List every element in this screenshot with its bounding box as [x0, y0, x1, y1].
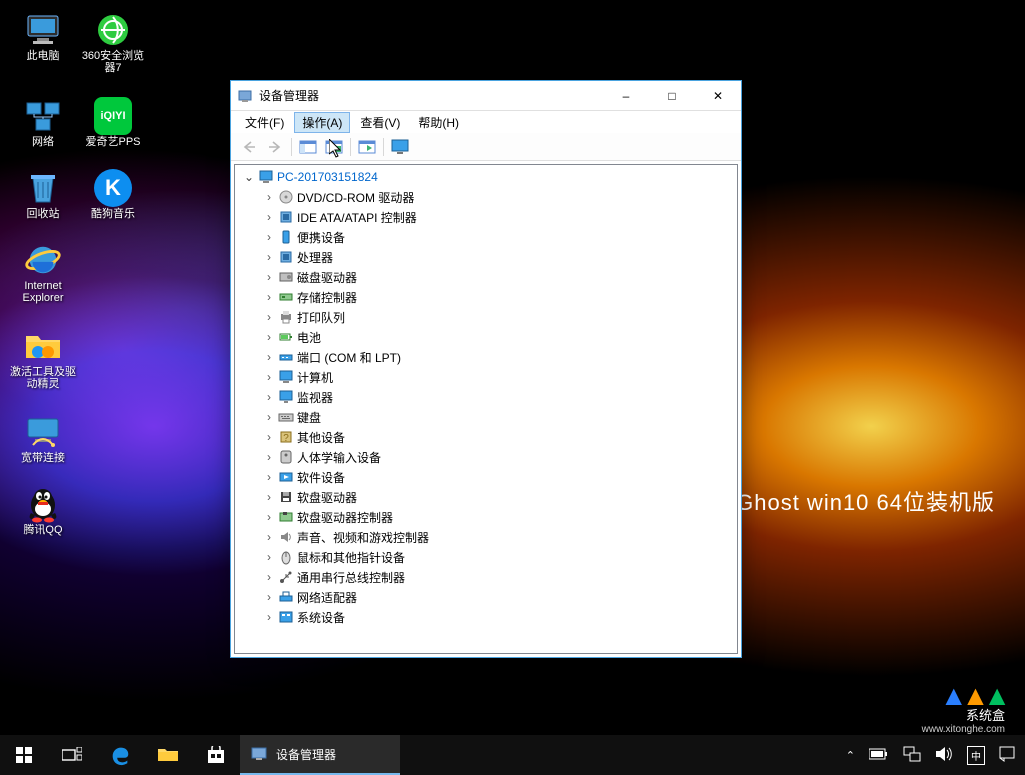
- tree-node-floppy[interactable]: 软盘驱动器: [235, 487, 737, 507]
- taskbar-app-devicemanager[interactable]: 设备管理器: [240, 735, 400, 775]
- toolbar-refresh-button[interactable]: [355, 136, 379, 158]
- toolbar-forward-button: [263, 136, 287, 158]
- tree-node-hid[interactable]: 人体学输入设备: [235, 447, 737, 467]
- tree-node-cpu[interactable]: 处理器: [235, 247, 737, 267]
- tree-node-printq[interactable]: 打印队列: [235, 307, 737, 327]
- device-manager-window: 设备管理器 ‒ □ ✕ 文件(F)操作(A)查看(V)帮助(H) PC-2017…: [230, 80, 742, 658]
- toolbar-monitor-button[interactable]: [388, 136, 412, 158]
- desktop-icon-360-browser[interactable]: 360安全浏览器7: [80, 8, 146, 94]
- taskbar-app-label: 设备管理器: [276, 746, 336, 763]
- menubar: 文件(F)操作(A)查看(V)帮助(H): [231, 111, 741, 133]
- desktop-icon-qq[interactable]: 腾讯QQ: [10, 482, 76, 554]
- tree-node-audio[interactable]: 声音、视频和游戏控制器: [235, 527, 737, 547]
- tray-chevron-icon[interactable]: ⌃: [846, 749, 855, 762]
- tree-node-keyboard[interactable]: 键盘: [235, 407, 737, 427]
- desktop-icon-ie[interactable]: Internet Explorer: [10, 238, 76, 324]
- tree-node-monitor[interactable]: 监视器: [235, 387, 737, 407]
- tree-node-other[interactable]: ?其他设备: [235, 427, 737, 447]
- titlebar[interactable]: 设备管理器 ‒ □ ✕: [231, 81, 741, 111]
- tree-node-system[interactable]: 系统设备: [235, 607, 737, 627]
- tree-node-usb[interactable]: 通用串行总线控制器: [235, 567, 737, 587]
- desktop-icon-iqiyi[interactable]: iQIYI爱奇艺PPS: [80, 94, 146, 166]
- desktop-icon-recycle-bin[interactable]: 回收站: [10, 166, 76, 238]
- tree-node-battery[interactable]: 电池: [235, 327, 737, 347]
- tree-node-floppyctrl[interactable]: 软盘驱动器控制器: [235, 507, 737, 527]
- toolbar-show-hide-button[interactable]: [296, 136, 320, 158]
- toolbar-properties-button[interactable]: [322, 136, 346, 158]
- menu-view[interactable]: 查看(V): [352, 112, 408, 133]
- tree-node-disk[interactable]: 磁盘驱动器: [235, 267, 737, 287]
- tray-network-icon[interactable]: [903, 746, 921, 765]
- minimize-button[interactable]: ‒: [603, 81, 649, 110]
- tree-root[interactable]: PC-201703151824: [235, 167, 737, 187]
- taskbar: 设备管理器 ⌃ 中: [0, 735, 1025, 775]
- svg-text:?: ?: [283, 433, 289, 444]
- start-button[interactable]: [0, 735, 48, 775]
- wallpaper-watermark: ▲▲▲ 系统盒 www.xitonghe.com: [922, 688, 1005, 735]
- desktop-icon-this-pc[interactable]: 此电脑: [10, 8, 76, 80]
- tree-node-storage[interactable]: 存储控制器: [235, 287, 737, 307]
- tree-node-dvd[interactable]: DVD/CD-ROM 驱动器: [235, 187, 737, 207]
- tree-node-netadapter[interactable]: 网络适配器: [235, 587, 737, 607]
- tree-node-portable[interactable]: 便携设备: [235, 227, 737, 247]
- tree-node-mouse[interactable]: 鼠标和其他指针设备: [235, 547, 737, 567]
- system-tray: ⌃ 中: [846, 735, 1025, 775]
- maximize-button[interactable]: □: [649, 81, 695, 110]
- desktop-icon-activator[interactable]: 激活工具及驱动精灵: [10, 324, 76, 410]
- tree-node-software[interactable]: 软件设备: [235, 467, 737, 487]
- menu-action[interactable]: 操作(A): [294, 112, 350, 133]
- desktop-icon-broadband[interactable]: 宽带连接: [10, 410, 76, 482]
- store-button[interactable]: [192, 735, 240, 775]
- app-icon: [231, 88, 259, 104]
- menu-file[interactable]: 文件(F): [237, 112, 292, 133]
- close-button[interactable]: ✕: [695, 81, 741, 110]
- menu-help[interactable]: 帮助(H): [410, 112, 467, 133]
- device-tree-pane[interactable]: PC-201703151824DVD/CD-ROM 驱动器IDE ATA/ATA…: [234, 164, 738, 654]
- tray-battery-icon[interactable]: [869, 748, 889, 763]
- desktop-icon-kugou[interactable]: K酷狗音乐: [80, 166, 146, 238]
- tray-ime-icon[interactable]: 中: [967, 746, 985, 765]
- tray-volume-icon[interactable]: [935, 746, 953, 765]
- file-explorer-button[interactable]: [144, 735, 192, 775]
- edge-button[interactable]: [96, 735, 144, 775]
- desktop-icon-network[interactable]: 网络: [10, 94, 76, 166]
- tree-node-ports[interactable]: 端口 (COM 和 LPT): [235, 347, 737, 367]
- tree-node-ide[interactable]: IDE ATA/ATAPI 控制器: [235, 207, 737, 227]
- window-title: 设备管理器: [259, 87, 603, 104]
- wallpaper-overlay-text: Ghost win10 64位装机版: [736, 485, 995, 517]
- toolbar: [231, 133, 741, 161]
- tray-notifications-icon[interactable]: [999, 746, 1015, 765]
- task-view-button[interactable]: [48, 735, 96, 775]
- toolbar-back-button: [237, 136, 261, 158]
- tree-node-computer[interactable]: 计算机: [235, 367, 737, 387]
- desktop-icons: 此电脑360安全浏览器7网络iQIYI爱奇艺PPS回收站K酷狗音乐Interne…: [10, 8, 150, 554]
